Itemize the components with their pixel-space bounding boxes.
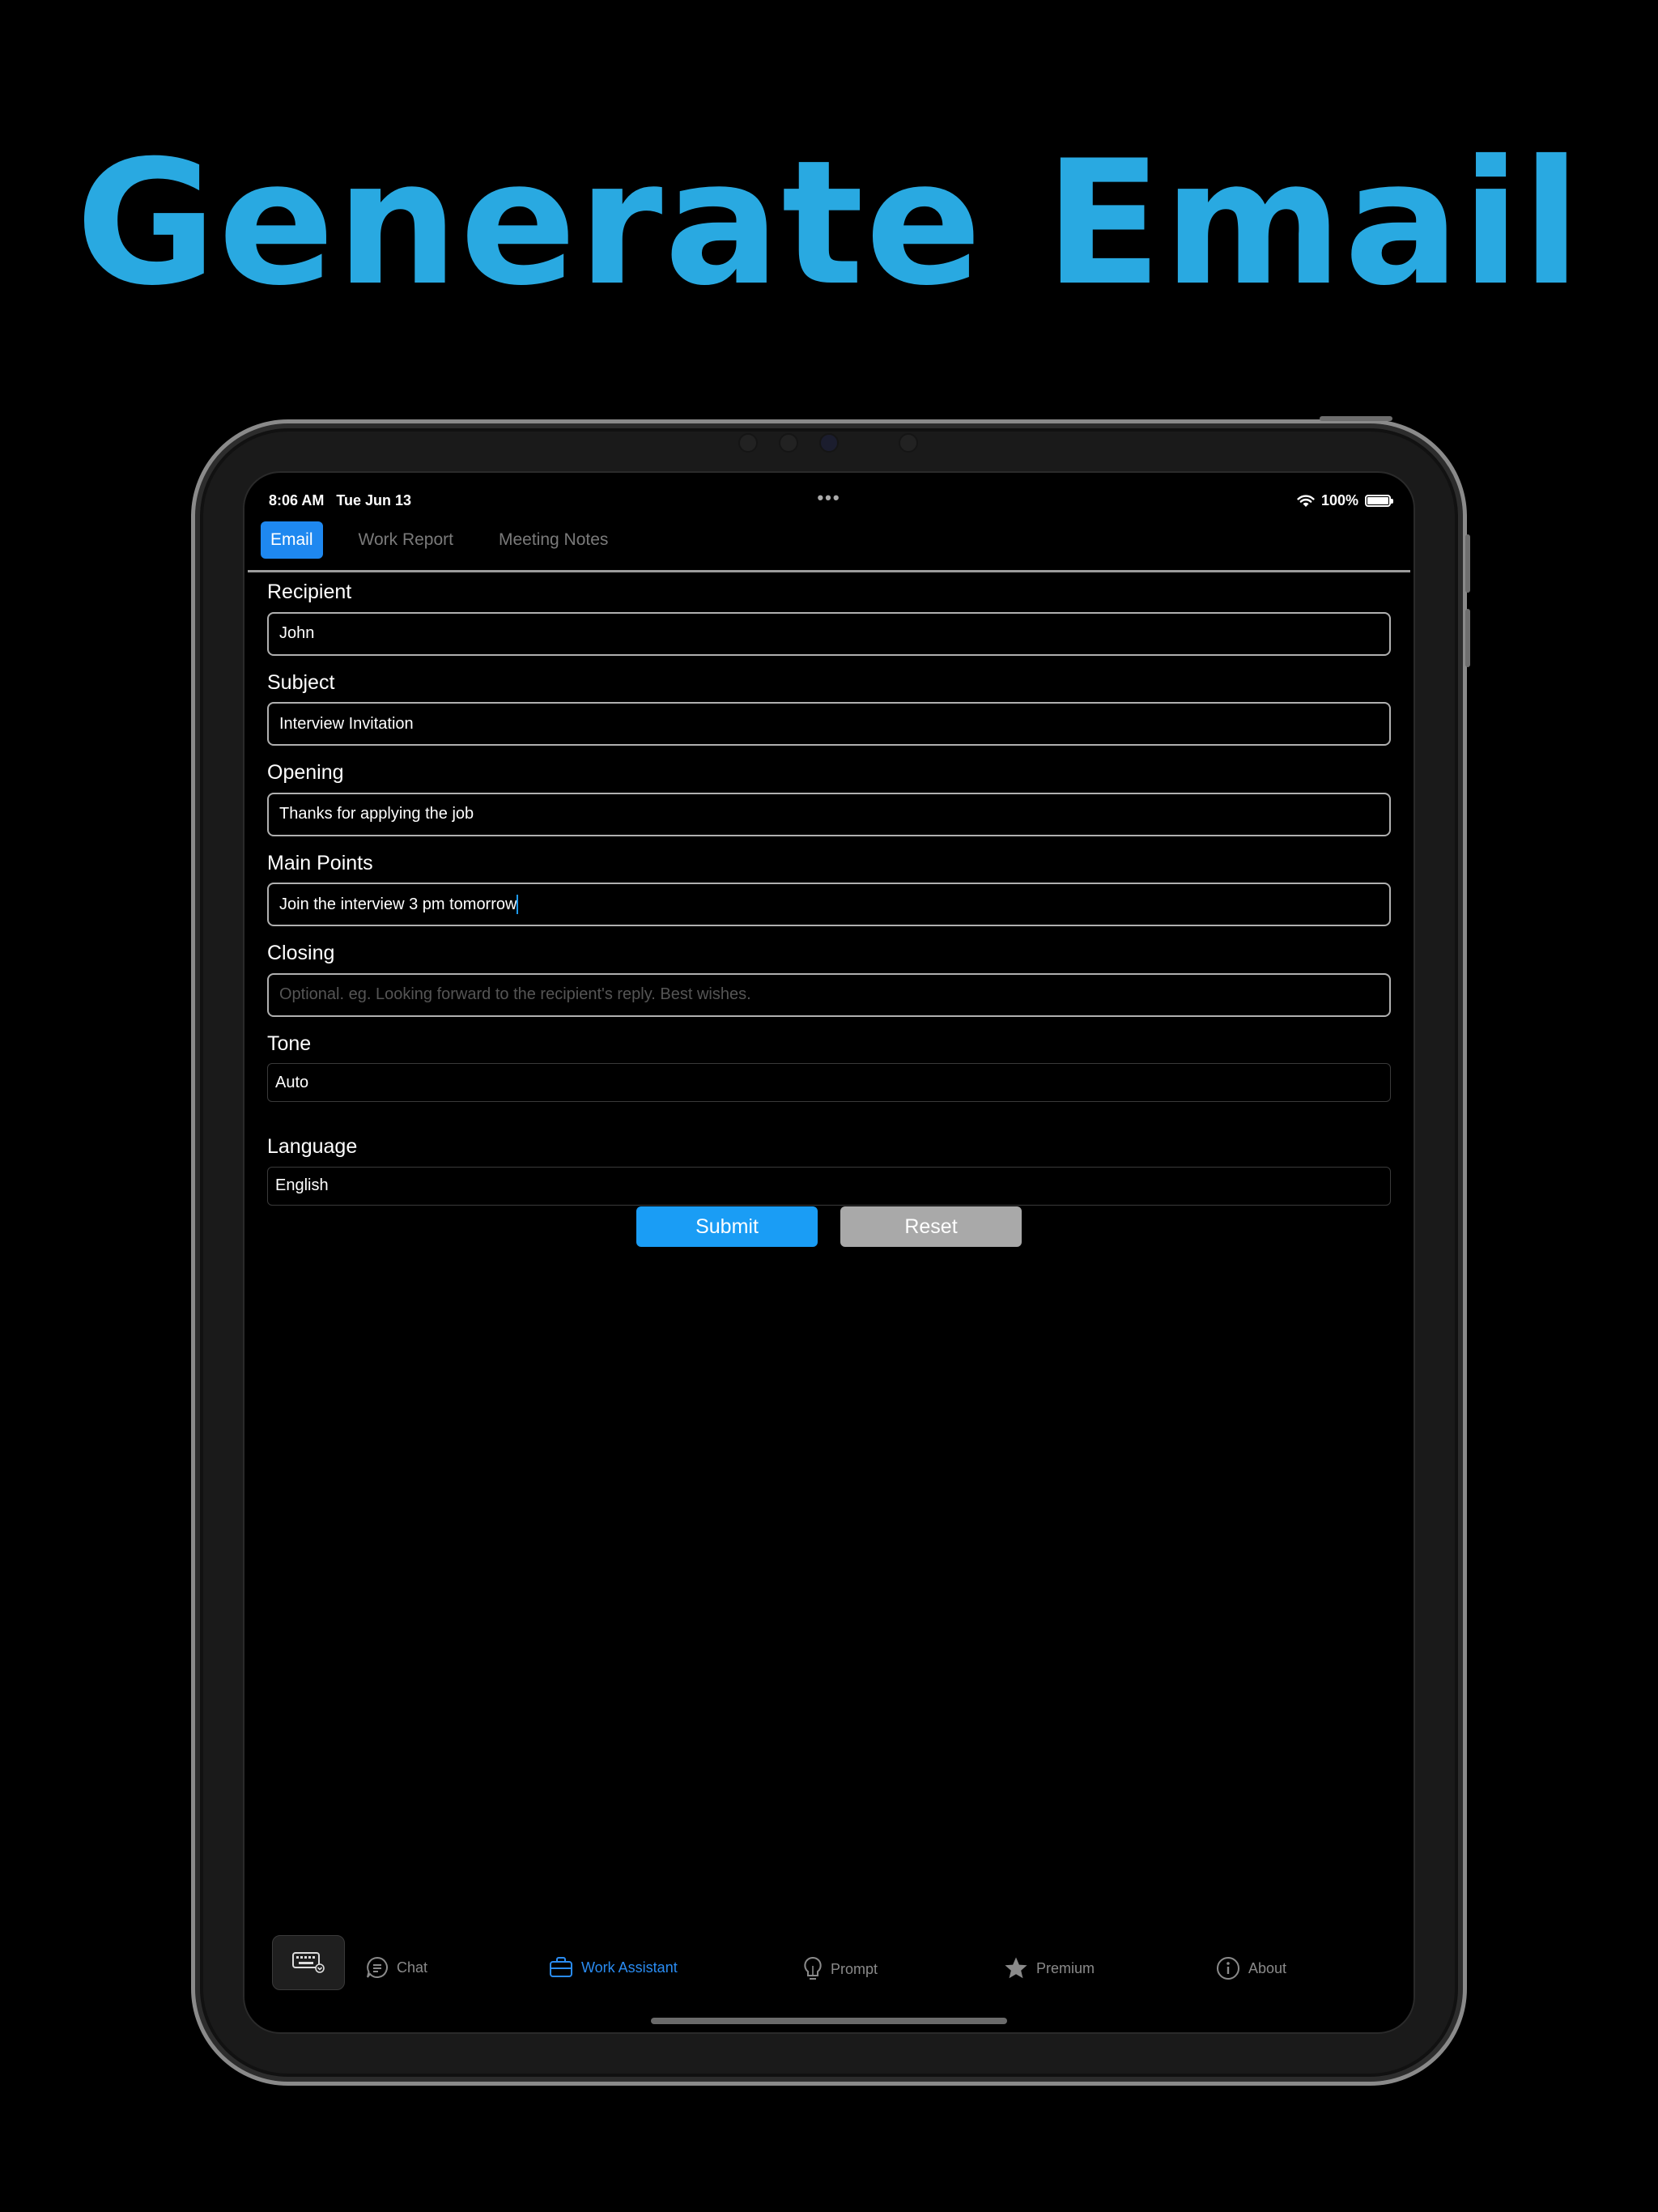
form-buttons: Submit Reset [244, 1206, 1414, 1247]
tab-work-report[interactable]: Work Report [349, 521, 463, 559]
lightbulb-icon [804, 1956, 822, 1980]
opening-input[interactable] [267, 792, 1391, 836]
bottom-tab-bar: Chat Work Assistant Prompt Premium About [244, 1935, 1414, 2032]
main-points-label: Main Points [267, 851, 373, 874]
keyboard-toggle-button[interactable] [272, 1935, 345, 1990]
segment-tabs: Email Work Report Meeting Notes [261, 521, 644, 559]
top-button [1320, 416, 1392, 421]
recipient-input[interactable] [267, 611, 1391, 656]
nav-prompt-label: Prompt [831, 1960, 878, 1977]
chat-bubble-icon [367, 1956, 388, 1978]
multitasking-dots-icon[interactable]: ••• [817, 487, 840, 508]
nav-chat[interactable]: Chat [366, 1956, 427, 1979]
nav-about[interactable]: About [1216, 1956, 1286, 1980]
submit-button[interactable]: Submit [636, 1206, 818, 1247]
home-indicator[interactable] [651, 2018, 1007, 2024]
language-select[interactable]: English [267, 1166, 1391, 1206]
reset-button[interactable]: Reset [840, 1206, 1022, 1247]
tone-select[interactable]: Auto [267, 1063, 1391, 1102]
tab-divider [248, 570, 1410, 572]
subject-input[interactable] [267, 702, 1391, 746]
camera-lens-icon [819, 433, 839, 453]
closing-label: Closing [267, 942, 335, 964]
status-time: 8:06 AM Tue Jun 13 [269, 492, 412, 508]
nav-about-label: About [1248, 1959, 1287, 1976]
tab-meeting-notes[interactable]: Meeting Notes [489, 521, 618, 559]
tab-email[interactable]: Email [261, 521, 323, 559]
email-form: Recipient Subject Opening Main Points Jo… [267, 581, 1391, 1240]
nav-premium-label: Premium [1036, 1959, 1095, 1976]
volume-up-button [1465, 534, 1470, 593]
camera-sensor-icon [738, 433, 758, 453]
info-icon [1217, 1957, 1239, 1980]
status-right: 100% [1297, 492, 1393, 509]
camera-sensor-icon [779, 433, 798, 453]
main-points-input[interactable]: Join the interview 3 pm tomorrow [267, 883, 1391, 926]
battery-icon [1365, 495, 1393, 507]
wifi-icon [1297, 494, 1315, 507]
page-headline: Generate Email [75, 123, 1583, 323]
briefcase-icon [550, 1957, 572, 1977]
volume-down-button [1465, 609, 1470, 667]
text-cursor [517, 895, 519, 914]
nav-premium[interactable]: Premium [1004, 1956, 1095, 1980]
nav-work-assistant-label: Work Assistant [581, 1959, 678, 1976]
nav-chat-label: Chat [397, 1959, 428, 1976]
keyboard-icon [292, 1952, 325, 1973]
nav-work-assistant[interactable]: Work Assistant [549, 1956, 678, 1979]
battery-percent: 100% [1320, 492, 1358, 508]
main-points-value: Join the interview 3 pm tomorrow [279, 895, 517, 913]
app-screen: 8:06 AM Tue Jun 13 ••• 100% Email Work R… [243, 471, 1415, 2034]
language-label: Language [267, 1135, 358, 1158]
closing-input[interactable] [267, 972, 1391, 1017]
opening-label: Opening [267, 761, 344, 784]
star-icon [1005, 1957, 1027, 1979]
subject-label: Subject [267, 670, 335, 694]
status-bar: 8:06 AM Tue Jun 13 ••• 100% [267, 487, 1393, 512]
tone-value: Auto [275, 1073, 309, 1091]
camera-sensor-icon [899, 433, 918, 453]
nav-prompt[interactable]: Prompt [803, 1956, 878, 1982]
language-value: English [275, 1176, 329, 1194]
tone-label: Tone [267, 1032, 312, 1055]
recipient-label: Recipient [267, 581, 352, 603]
